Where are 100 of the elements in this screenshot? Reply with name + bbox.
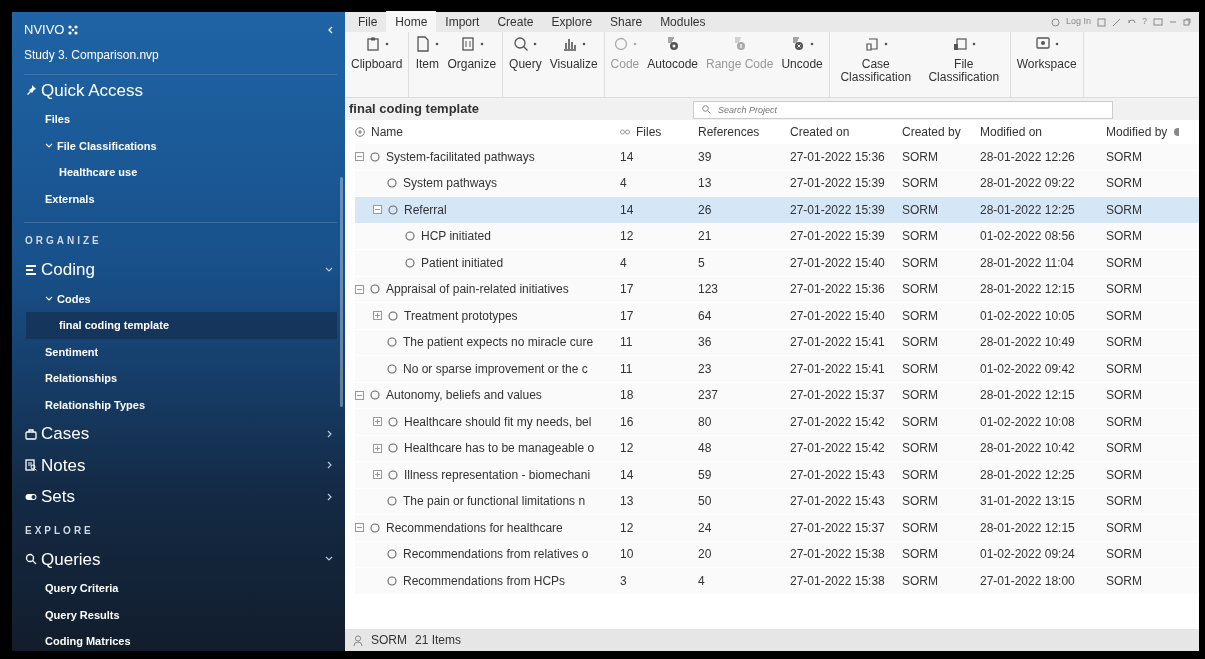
table-cell: 16 (620, 414, 634, 429)
ribbon-button[interactable]: Uncode (777, 34, 827, 95)
table-cell: 23 (698, 361, 712, 376)
circle-icon (387, 549, 397, 560)
binder-icon (459, 36, 476, 52)
table-row[interactable]: Recommendations from HCPs 3 4 27-01-2022 15:38 SORM 27-01-2022 18:00 SORM (355, 568, 1199, 595)
sidebar-heading[interactable]: Notes (12, 449, 337, 481)
sidebar-item[interactable]: Query Criteria (12, 575, 337, 602)
table-cell: SORM (1106, 573, 1142, 588)
table-row[interactable]: Recommendations for healthcare 12 24 27-01-2022 15:37 SORM 28-01-2022 12:15 SORM (355, 515, 1199, 542)
restore-icon[interactable] (1183, 18, 1191, 26)
table-cell: 14 (620, 467, 634, 482)
column-header[interactable]: Modified on (980, 123, 1043, 141)
table-row[interactable]: Patient initiated 4 5 27-01-2022 15:40 SORM 28-01-2022 11:04 SORM (355, 250, 1199, 277)
expand-box-icon[interactable] (373, 443, 382, 453)
table-row[interactable]: Referral 14 26 27-01-2022 15:39 SORM 28-01-2022 12:25 SORM (355, 197, 1199, 224)
collapse-box-icon[interactable] (355, 152, 364, 162)
sidebar-item[interactable]: Files (12, 106, 337, 133)
expand-box-icon[interactable] (373, 470, 382, 480)
sidebar-item[interactable]: Relationships (12, 365, 337, 392)
ribbon-button[interactable]: Case Classification (831, 34, 920, 95)
save-icon[interactable] (1097, 17, 1106, 27)
sidebar-heading[interactable]: Cases (12, 418, 337, 450)
ribbon-button[interactable]: Visualize (545, 34, 602, 95)
table-cell: 27-01-2022 15:37 (790, 520, 885, 535)
table-row[interactable]: Autonomy, beliefs and values 18 237 27-01-2022 15:37 SORM 28-01-2022 12:15 SORM (355, 382, 1199, 409)
column-header[interactable]: Created on (790, 123, 850, 141)
scrollbar[interactable] (340, 177, 343, 407)
ribbon-button[interactable]: Clipboard (347, 34, 407, 95)
ribbon-button[interactable]: Workspace (1012, 34, 1081, 95)
table-row[interactable]: Treatment prototypes 17 64 27-01-2022 15:40 SORM 01-02-2022 10:05 SORM (355, 303, 1199, 330)
ribbon-tab[interactable]: Import (436, 11, 489, 33)
column-header[interactable]: Name (371, 123, 403, 141)
sidebar-item[interactable]: final coding template (26, 312, 337, 339)
circle-icon (387, 363, 397, 374)
table-cell: 01-02-2022 10:08 (980, 414, 1075, 429)
table-cell: 14 (620, 149, 634, 164)
table-cell: 27-01-2022 15:36 (790, 149, 885, 164)
column-header[interactable]: References (698, 123, 760, 141)
collapse-box-icon[interactable] (355, 390, 364, 400)
column-header[interactable]: Files (636, 123, 662, 141)
sidebar-item[interactable]: Relationship Types (12, 391, 337, 418)
sidebar-heading[interactable]: Queries (12, 543, 337, 575)
table-row[interactable]: HCP initiated 12 21 27-01-2022 15:39 SORM 01-02-2022 08:56 SORM (355, 223, 1199, 250)
table-row[interactable]: System pathways 4 13 27-01-2022 15:39 SORM 28-01-2022 09:22 SORM (355, 170, 1199, 197)
circle-icon (387, 337, 397, 348)
ribbon-button[interactable]: File Classification (919, 34, 1008, 95)
chat-icon[interactable] (1153, 17, 1163, 27)
sidebar-item[interactable]: Healthcare use (12, 159, 337, 186)
table-cell: 14 (620, 202, 634, 217)
circle-icon (388, 443, 398, 454)
collapse-box-icon[interactable] (373, 205, 382, 215)
ribbon-tab[interactable]: Create (488, 11, 543, 33)
ribbon-button[interactable]: Organize (443, 34, 501, 95)
ribbon-tab[interactable]: Share (601, 11, 652, 33)
table-row[interactable]: Illness representation - biomechani 14 59 27-01-2022 15:43 SORM 28-01-2022 12:25 SORM (355, 462, 1199, 489)
sidebar-heading[interactable]: Coding (12, 254, 337, 286)
collapse-icon[interactable] (327, 25, 333, 34)
ribbon-tab[interactable]: File (349, 11, 387, 33)
pencil-icon[interactable] (1112, 17, 1121, 27)
table-row[interactable]: Appraisal of pain-related initiatives 17 123 27-01-2022 15:36 SORM 28-01-2022 12:15 SORM (355, 276, 1199, 303)
table-cell: 27-01-2022 15:38 (790, 547, 885, 562)
add-circle-icon[interactable] (355, 127, 365, 137)
table-row[interactable]: Healthcare has to be manageable o 12 48 27-01-2022 15:42 SORM 28-01-2022 10:42 SORM (355, 435, 1199, 462)
table-cell: 27-01-2022 15:42 (790, 414, 885, 429)
table-cell: 27-01-2022 15:39 (790, 202, 885, 217)
sidebar-heading[interactable]: Sets (12, 481, 337, 513)
minimize-icon[interactable] (1169, 18, 1177, 26)
collapse-box-icon[interactable] (355, 523, 364, 533)
table-row[interactable]: System-facilitated pathways 14 39 27-01-2022 15:36 SORM 28-01-2022 12:26 SORM (355, 144, 1199, 171)
table-row[interactable]: The pain or functional limitations n 13 50 27-01-2022 15:43 SORM 31-01-2022 13:15 SORM (355, 488, 1199, 515)
table-row[interactable]: The patient expects no miracle cure 11 36 27-01-2022 15:41 SORM 28-01-2022 10:49 SORM (355, 329, 1199, 356)
table-cell: 27-01-2022 15:40 (790, 255, 885, 270)
expand-box-icon[interactable] (373, 417, 382, 427)
ribbon-tab[interactable]: Modules (651, 11, 715, 33)
column-header[interactable]: Created by (902, 123, 961, 141)
column-header[interactable]: Modified by (1106, 123, 1168, 141)
collapse-box-icon[interactable] (355, 284, 364, 294)
ribbon-button[interactable]: Autocode (643, 34, 702, 95)
sidebar-heading[interactable]: Quick Access (12, 74, 337, 106)
table-cell: 12 (620, 520, 634, 535)
table-cell: 27-01-2022 15:36 (790, 282, 885, 297)
table-row[interactable]: Healthcare should fit my needs, bel 16 80 27-01-2022 15:42 SORM 01-02-2022 10:08 SORM (355, 409, 1199, 436)
sidebar-item[interactable]: Sentiment (12, 338, 337, 365)
search-field[interactable]: Search Project (693, 100, 1113, 118)
table-cell-text: Recommendations from HCPs (403, 572, 566, 590)
ribbon-tab[interactable]: Home (386, 11, 437, 33)
chevron-right-icon (327, 461, 333, 470)
table-row[interactable]: Recommendations from relatives o 10 20 27-01-2022 15:38 SORM 01-02-2022 09:24 SORM (355, 541, 1199, 568)
expand-box-icon[interactable] (373, 311, 382, 321)
ribbon-button[interactable]: Query (505, 34, 546, 95)
ribbon-button[interactable]: Item (411, 34, 444, 95)
ribbon-tab[interactable]: Explore (542, 11, 602, 33)
table-row[interactable]: No or sparse improvement or the c 11 23 27-01-2022 15:41 SORM 01-02-2022 09:42 SORM (355, 356, 1199, 383)
sidebar-item[interactable]: File Classifications (12, 132, 337, 159)
table-cell-text: The patient expects no miracle cure (403, 334, 594, 352)
sidebar-item[interactable]: Query Results (12, 601, 337, 628)
sidebar-item[interactable]: Codes (12, 285, 337, 312)
sidebar-item[interactable]: Coding Matrices (12, 628, 337, 651)
sidebar-item[interactable]: Externals (12, 185, 337, 212)
